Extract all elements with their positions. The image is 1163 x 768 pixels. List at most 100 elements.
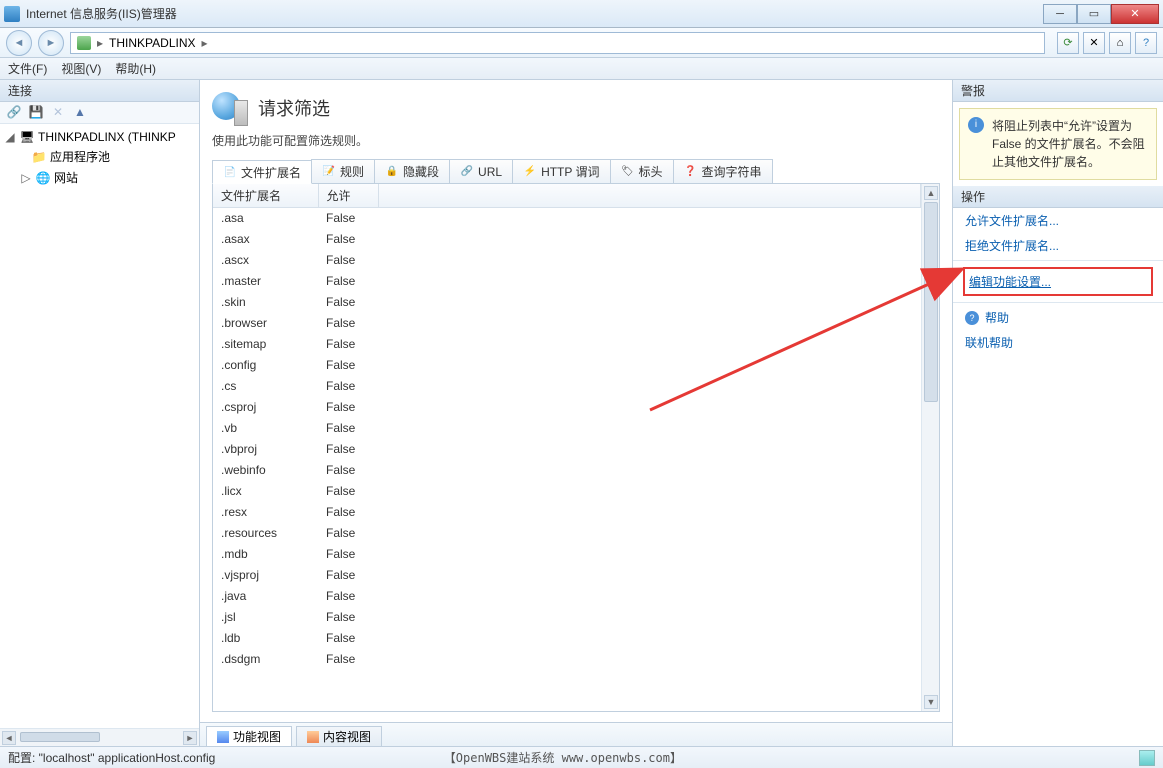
col-spacer xyxy=(378,184,921,208)
close-button[interactable]: ✕ xyxy=(1111,4,1159,24)
table-row[interactable]: .masterFalse xyxy=(213,271,921,292)
table-row[interactable]: .csprojFalse xyxy=(213,397,921,418)
table-row[interactable]: .asaxFalse xyxy=(213,229,921,250)
cell-extension: .csproj xyxy=(213,397,318,418)
col-allow[interactable]: 允许 xyxy=(318,184,378,208)
minimize-button[interactable]: ─ xyxy=(1043,4,1077,24)
cell-allow: False xyxy=(318,355,378,376)
table-row[interactable]: .skinFalse xyxy=(213,292,921,313)
tree-expander[interactable]: ◢ xyxy=(4,130,16,144)
cell-allow: False xyxy=(318,292,378,313)
table-row[interactable]: .resourcesFalse xyxy=(213,523,921,544)
scroll-left-icon[interactable]: ◄ xyxy=(2,731,16,745)
home-icon[interactable]: ⌂ xyxy=(1109,32,1131,54)
table-row[interactable]: .vbprojFalse xyxy=(213,439,921,460)
table-row[interactable]: .asaFalse xyxy=(213,208,921,229)
scroll-up-icon[interactable]: ▲ xyxy=(924,186,938,200)
tab-querystring[interactable]: ❓查询字符串 xyxy=(673,159,773,183)
scroll-thumb[interactable] xyxy=(924,202,938,402)
tab-headers[interactable]: 🏷标头 xyxy=(610,159,674,183)
save-icon[interactable]: 💾 xyxy=(28,105,44,121)
navbar: ◄ ► ▸ THINKPADLINX ▸ ⟳ ✕ ⌂ ? xyxy=(0,28,1163,58)
cell-extension: .browser xyxy=(213,313,318,334)
page-description: 使用此功能可配置筛选规则。 xyxy=(212,132,940,149)
help-icon[interactable]: ? xyxy=(1135,32,1157,54)
address-bar[interactable]: ▸ THINKPADLINX ▸ xyxy=(70,32,1045,54)
table-row[interactable]: .csFalse xyxy=(213,376,921,397)
delete-icon[interactable]: ✕ xyxy=(50,105,66,121)
cell-extension: .vjsproj xyxy=(213,565,318,586)
cell-extension: .licx xyxy=(213,481,318,502)
connections-header: 连接 xyxy=(0,80,199,102)
extensions-table[interactable]: 文件扩展名 允许 .asaFalse.asaxFalse.ascxFalse.m… xyxy=(213,184,921,670)
sidebar-hscroll[interactable]: ◄ ► xyxy=(0,728,199,746)
cell-allow: False xyxy=(318,208,378,229)
feature-view-icon xyxy=(217,731,229,743)
cell-allow: False xyxy=(318,334,378,355)
connections-tree[interactable]: ◢ 🖥 THINKPADLINX (THINKP 📁 应用程序池 ▷ 🌐 网站 xyxy=(0,124,199,728)
connect-icon[interactable]: 🔗 xyxy=(6,105,22,121)
menu-file[interactable]: 文件(F) xyxy=(8,60,47,77)
table-row[interactable]: .configFalse xyxy=(213,355,921,376)
up-icon[interactable]: ▲ xyxy=(72,105,88,121)
table-row[interactable]: .ascxFalse xyxy=(213,250,921,271)
sites-label[interactable]: 网站 xyxy=(54,169,78,186)
scroll-right-icon[interactable]: ► xyxy=(183,731,197,745)
table-vscroll[interactable]: ▲ ▼ xyxy=(921,184,939,711)
cell-allow: False xyxy=(318,628,378,649)
cell-extension: .resources xyxy=(213,523,318,544)
tree-expander[interactable]: ▷ xyxy=(20,171,32,185)
action-allow-ext[interactable]: 允许文件扩展名... xyxy=(953,208,1163,233)
cell-extension: .master xyxy=(213,271,318,292)
menu-view[interactable]: 视图(V) xyxy=(61,60,101,77)
cell-extension: .config xyxy=(213,355,318,376)
tab-rules[interactable]: 📝规则 xyxy=(311,159,375,183)
cell-allow: False xyxy=(318,649,378,670)
stop-icon[interactable]: ✕ xyxy=(1083,32,1105,54)
scroll-down-icon[interactable]: ▼ xyxy=(924,695,938,709)
content-view-tab[interactable]: 内容视图 xyxy=(296,726,382,746)
tab-hidden-seg[interactable]: 🔒隐藏段 xyxy=(374,159,450,183)
table-row[interactable]: .licxFalse xyxy=(213,481,921,502)
cell-allow: False xyxy=(318,544,378,565)
table-row[interactable]: .sitemapFalse xyxy=(213,334,921,355)
table-row[interactable]: .dsdgmFalse xyxy=(213,649,921,670)
table-row[interactable]: .webinfoFalse xyxy=(213,460,921,481)
file-ext-icon: 📄 xyxy=(223,165,237,179)
refresh-icon[interactable]: ⟳ xyxy=(1057,32,1079,54)
table-row[interactable]: .javaFalse xyxy=(213,586,921,607)
app-pools-label[interactable]: 应用程序池 xyxy=(50,148,110,165)
cell-allow: False xyxy=(318,607,378,628)
table-row[interactable]: .mdbFalse xyxy=(213,544,921,565)
cell-extension: .resx xyxy=(213,502,318,523)
connections-panel: 连接 🔗 💾 ✕ ▲ ◢ 🖥 THINKPADLINX (THINKP 📁 应用… xyxy=(0,80,200,746)
action-deny-ext[interactable]: 拒绝文件扩展名... xyxy=(953,233,1163,258)
tab-http-verb[interactable]: ⚡HTTP 谓词 xyxy=(512,159,610,183)
table-row[interactable]: .resxFalse xyxy=(213,502,921,523)
action-online-help[interactable]: 联机帮助 xyxy=(953,330,1163,355)
forward-button[interactable]: ► xyxy=(38,30,64,56)
breadcrumb-server[interactable]: THINKPADLINX xyxy=(109,36,195,50)
tab-url[interactable]: 🔗URL xyxy=(449,159,513,183)
content-view-label: 内容视图 xyxy=(323,728,371,745)
page-title-row: 请求筛选 xyxy=(212,90,940,126)
scroll-thumb[interactable] xyxy=(20,732,100,742)
tab-file-ext[interactable]: 📄文件扩展名 xyxy=(212,160,312,184)
table-row[interactable]: .jslFalse xyxy=(213,607,921,628)
menu-help[interactable]: 帮助(H) xyxy=(115,60,156,77)
table-row[interactable]: .vbFalse xyxy=(213,418,921,439)
col-extension[interactable]: 文件扩展名 xyxy=(213,184,318,208)
feature-view-tab[interactable]: 功能视图 xyxy=(206,726,292,746)
server-node-label[interactable]: THINKPADLINX (THINKP xyxy=(38,130,176,144)
back-button[interactable]: ◄ xyxy=(6,30,32,56)
maximize-button[interactable]: ▭ xyxy=(1077,4,1111,24)
request-filtering-icon xyxy=(212,90,248,126)
cell-allow: False xyxy=(318,502,378,523)
table-row[interactable]: .ldbFalse xyxy=(213,628,921,649)
table-row[interactable]: .browserFalse xyxy=(213,313,921,334)
alert-text: 将阻止列表中“允许”设置为 False 的文件扩展名。不会阻止其他文件扩展名。 xyxy=(992,117,1148,171)
table-row[interactable]: .vjsprojFalse xyxy=(213,565,921,586)
cell-extension: .java xyxy=(213,586,318,607)
action-edit-feature[interactable]: 编辑功能设置... xyxy=(963,267,1153,296)
action-help[interactable]: ? 帮助 xyxy=(953,305,1163,330)
